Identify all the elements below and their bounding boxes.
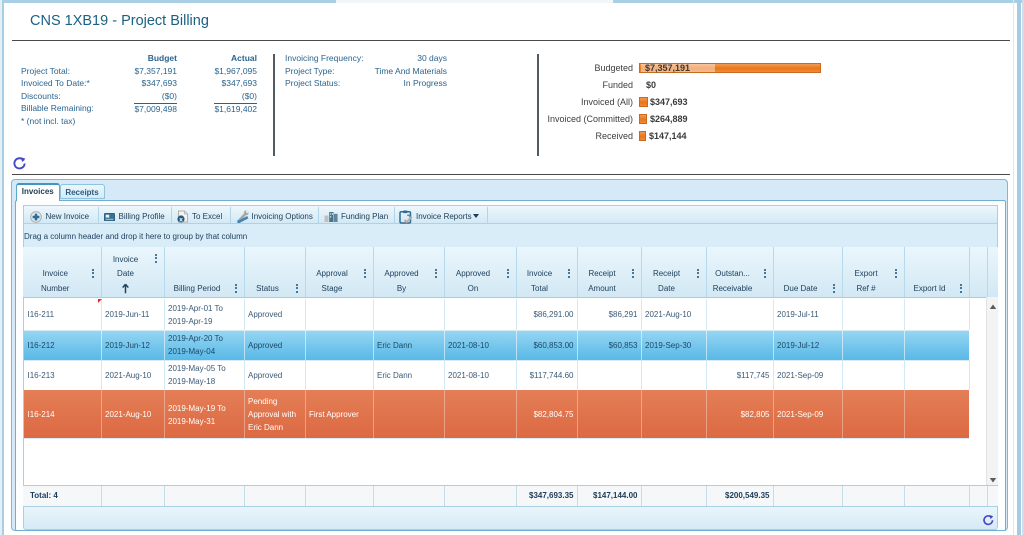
svg-text:x: x [179,216,183,223]
